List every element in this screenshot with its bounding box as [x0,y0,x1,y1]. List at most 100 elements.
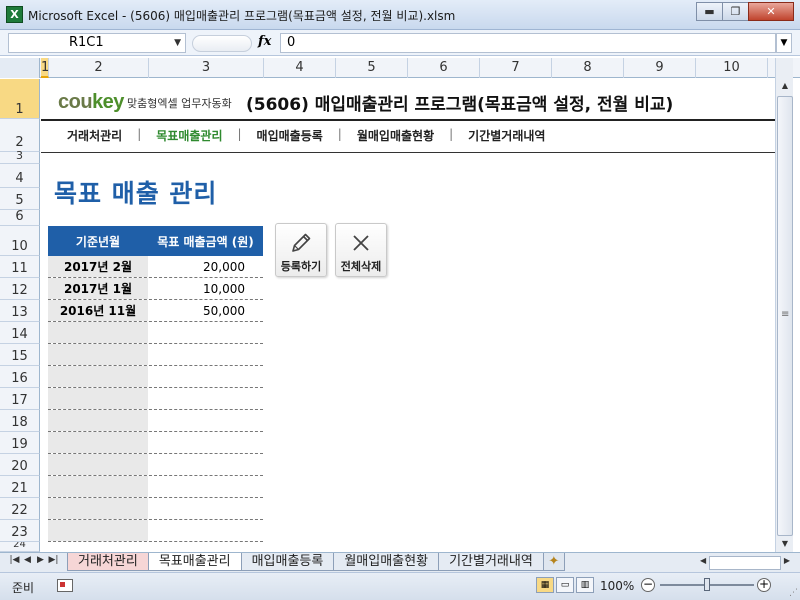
table-row[interactable] [48,344,263,366]
row-header[interactable]: 16 [0,366,40,388]
cell-month[interactable] [48,366,148,387]
restore-button[interactable]: ❐ [722,2,749,21]
row-header[interactable]: 13 [0,300,40,322]
close-button[interactable]: ✕ [748,2,794,21]
scrollbar-thumb[interactable] [777,96,793,536]
cell-amount[interactable] [148,476,263,497]
tab-period-history[interactable]: 기간별거래내역 [438,553,544,571]
scroll-down-icon[interactable]: ▼ [777,536,793,552]
table-row[interactable]: 2017년 2월 20,000 [48,256,263,278]
cell-amount[interactable] [148,344,263,365]
table-row[interactable]: 2016년 11월 50,000 [48,300,263,322]
cell-month[interactable] [48,498,148,519]
macro-record-icon[interactable] [57,579,73,592]
table-row[interactable] [48,476,263,498]
scroll-up-icon[interactable]: ▲ [777,78,793,94]
scroll-left-icon[interactable]: ◀ [700,556,706,570]
cell-month[interactable] [48,322,148,343]
table-row[interactable]: 2017년 1월 10,000 [48,278,263,300]
row-header[interactable]: 17 [0,388,40,410]
column-header[interactable]: 4 [264,58,336,78]
column-header[interactable]: 9 [624,58,696,78]
cell-amount[interactable]: 20,000 [148,256,263,277]
column-header[interactable]: 2 [49,58,149,78]
chevron-down-icon[interactable]: ▼ [174,34,181,52]
formula-input[interactable]: 0 [280,33,776,53]
cell-month[interactable] [48,388,148,409]
cell-month[interactable] [48,410,148,431]
nav-item-target-sales[interactable]: 목표매출관리 [156,127,222,144]
column-header[interactable]: 1 [41,58,49,78]
row-header[interactable]: 5 [0,188,40,210]
horizontal-scrollbar[interactable]: ◀ ▶ [700,556,790,570]
delete-all-button[interactable]: 전체삭제 [335,223,387,277]
table-row[interactable] [48,322,263,344]
table-row[interactable] [48,366,263,388]
row-header[interactable]: 4 [0,164,40,188]
row-header[interactable]: 12 [0,278,40,300]
zoom-level[interactable]: 100% [600,579,634,593]
cell-amount[interactable] [148,520,263,541]
cell-amount[interactable] [148,454,263,475]
table-row[interactable] [48,498,263,520]
cell-amount[interactable] [148,410,263,431]
column-header[interactable]: 7 [480,58,552,78]
resize-grip-icon[interactable]: ⋰ [789,588,798,598]
first-sheet-icon[interactable]: |◀ [8,555,21,565]
horizontal-scroll-track[interactable] [709,556,781,570]
insert-function-icon[interactable]: fx [258,34,271,49]
nav-item-period-history[interactable]: 기간별거래내역 [468,127,545,144]
row-header[interactable]: 6 [0,209,40,226]
row-header[interactable]: 3 [0,149,40,164]
last-sheet-icon[interactable]: ▶| [47,555,60,565]
column-header[interactable]: 8 [552,58,624,78]
cell-month[interactable] [48,432,148,453]
cell-amount[interactable] [148,322,263,343]
tab-target-sales[interactable]: 목표매출관리 [147,553,242,571]
cell-amount[interactable] [148,498,263,519]
vertical-scrollbar[interactable]: ▲ ▼ [775,58,793,552]
worksheet-grid[interactable]: coukey 맞춤형엑셀 업무자동화 (5606) 매입매출관리 프로그램(목표… [41,79,775,552]
scroll-right-icon[interactable]: ▶ [784,556,790,570]
row-header[interactable]: 23 [0,520,40,542]
column-header[interactable]: 6 [408,58,480,78]
tab-monthly-status[interactable]: 월매입매출현황 [333,553,440,571]
expand-formula-bar-icon[interactable]: ▼ [776,33,792,53]
page-layout-view-icon[interactable]: ▭ [556,577,574,593]
register-button[interactable]: 등록하기 [275,223,327,277]
cell-amount[interactable] [148,388,263,409]
cell-amount[interactable] [148,432,263,453]
tab-customers[interactable]: 거래처관리 [67,553,149,571]
zoom-slider-handle[interactable] [704,578,710,591]
table-row[interactable] [48,520,263,542]
nav-item-register[interactable]: 매입매출등록 [257,127,323,144]
select-all-corner[interactable] [0,58,40,78]
row-header[interactable]: 2 [0,119,40,152]
column-header[interactable]: 5 [336,58,408,78]
row-header[interactable]: 1 [0,79,40,119]
cell-month[interactable] [48,520,148,541]
nav-item-monthly-status[interactable]: 월매입매출현황 [357,127,434,144]
cell-month[interactable] [48,454,148,475]
cell-month[interactable] [48,476,148,497]
row-header[interactable]: 24 [0,542,40,552]
page-break-view-icon[interactable]: ▥ [576,577,594,593]
row-header[interactable]: 10 [0,226,40,256]
prev-sheet-icon[interactable]: ◀ [21,555,34,565]
table-row[interactable] [48,454,263,476]
column-header[interactable]: 10 [696,58,768,78]
row-header[interactable]: 21 [0,476,40,498]
next-sheet-icon[interactable]: ▶ [34,555,47,565]
row-header[interactable]: 20 [0,454,40,476]
zoom-in-icon[interactable]: + [757,578,771,592]
cell-month[interactable]: 2017년 2월 [48,256,148,277]
row-header[interactable]: 15 [0,344,40,366]
table-row[interactable] [48,388,263,410]
cell-month[interactable]: 2017년 1월 [48,278,148,299]
row-header[interactable]: 19 [0,432,40,454]
cell-month[interactable] [48,344,148,365]
zoom-slider[interactable] [660,578,754,591]
row-header[interactable]: 14 [0,322,40,344]
insert-sheet-icon[interactable]: ✦ [542,553,565,571]
column-header[interactable]: 3 [149,58,264,78]
